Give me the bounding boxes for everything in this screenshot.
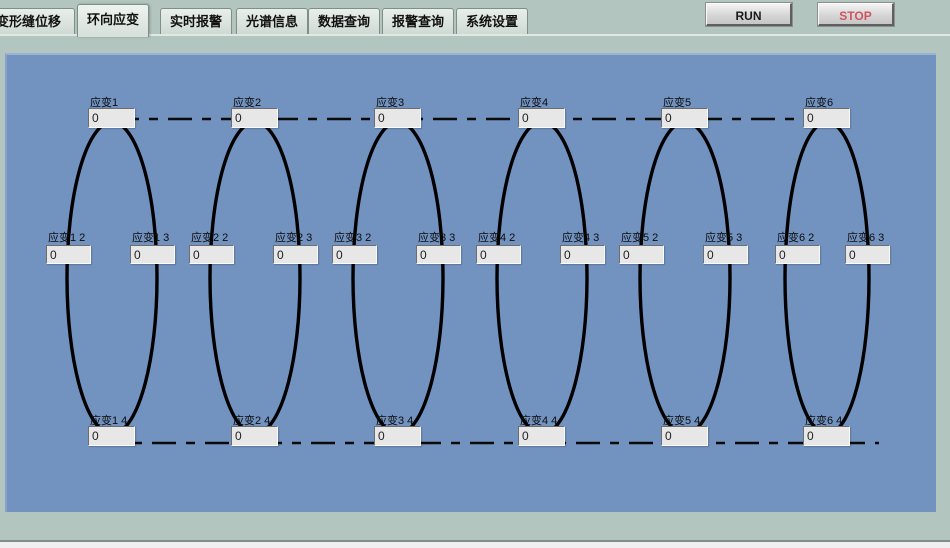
tab-label: 数据查询 xyxy=(318,14,370,29)
strain-ring-3: 应变3 应变3 2 应变3 3 应变3 4 xyxy=(332,94,465,449)
sensor-value-field[interactable] xyxy=(273,245,318,264)
stop-button[interactable]: STOP xyxy=(818,3,894,26)
sensor-value-field[interactable] xyxy=(416,245,461,264)
sensor-label: 应变3 2 xyxy=(334,229,371,245)
sensor-value-field[interactable] xyxy=(476,245,521,264)
tab-data-query[interactable]: 数据查询 xyxy=(308,8,380,34)
app-window: 变形缝位移 环向应变 实时报警 光谱信息 数据查询 报警查询 系统设置 RUN … xyxy=(0,0,950,542)
sensor-value-field[interactable] xyxy=(231,426,278,446)
sensor-value-field[interactable] xyxy=(703,245,748,264)
sensor-value-field[interactable] xyxy=(775,245,820,264)
strain-diagram-panel: 应变1 应变1 2 应变1 3 应变1 4 应变2 应变2 2 应变2 3 应变… xyxy=(5,53,936,512)
sensor-value-field[interactable] xyxy=(845,245,890,264)
sensor-value-field[interactable] xyxy=(518,108,565,128)
strain-ring-6: 应变6 应变6 2 应变6 3 应变6 4 xyxy=(761,94,894,449)
tab-label: 环向应变 xyxy=(87,12,139,27)
sensor-value-field[interactable] xyxy=(803,108,850,128)
sensor-label: 应变6 3 xyxy=(847,229,884,245)
tab-label: 变形缝位移 xyxy=(0,14,61,29)
sensor-value-field[interactable] xyxy=(661,108,708,128)
sensor-value-field[interactable] xyxy=(374,108,421,128)
tab-label: 系统设置 xyxy=(466,14,518,29)
sensor-value-field[interactable] xyxy=(518,426,565,446)
tab-alarm-query[interactable]: 报警查询 xyxy=(382,8,454,34)
sensor-label: 应变1 3 xyxy=(132,229,169,245)
sensor-value-field[interactable] xyxy=(88,108,135,128)
sensor-label: 应变2 3 xyxy=(275,229,312,245)
sensor-value-field[interactable] xyxy=(231,108,278,128)
sensor-value-field[interactable] xyxy=(661,426,708,446)
sensor-value-field[interactable] xyxy=(130,245,175,264)
sensor-value-field[interactable] xyxy=(46,245,91,264)
sensor-label: 应变1 2 xyxy=(48,229,85,245)
tab-deformation-joint-displacement[interactable]: 变形缝位移 xyxy=(0,8,75,34)
strain-ring-5: 应变5 应变5 2 应变5 3 应变5 4 xyxy=(619,94,752,449)
sensor-label: 应变6 2 xyxy=(777,229,814,245)
tab-spectrum-info[interactable]: 光谱信息 xyxy=(236,8,308,34)
sensor-value-field[interactable] xyxy=(88,426,135,446)
sensor-value-field[interactable] xyxy=(560,245,605,264)
strain-ring-1: 应变1 应变1 2 应变1 3 应变1 4 xyxy=(46,94,179,449)
sensor-label: 应变4 3 xyxy=(562,229,599,245)
sensor-value-field[interactable] xyxy=(189,245,234,264)
sensor-label: 应变3 3 xyxy=(418,229,455,245)
tab-bar: 变形缝位移 环向应变 实时报警 光谱信息 数据查询 报警查询 系统设置 xyxy=(0,0,950,36)
sensor-value-field[interactable] xyxy=(803,426,850,446)
sensor-label: 应变2 2 xyxy=(191,229,228,245)
sensor-value-field[interactable] xyxy=(332,245,377,264)
sensor-value-field[interactable] xyxy=(619,245,664,264)
sensor-value-field[interactable] xyxy=(374,426,421,446)
strain-ring-4: 应变4 应变4 2 应变4 3 应变4 4 xyxy=(476,94,609,449)
tab-label: 光谱信息 xyxy=(246,14,298,29)
sensor-label: 应变5 3 xyxy=(705,229,742,245)
tab-label: 实时报警 xyxy=(170,14,222,29)
tab-circumferential-strain[interactable]: 环向应变 xyxy=(77,4,149,37)
tab-realtime-alarm[interactable]: 实时报警 xyxy=(160,8,232,34)
strain-ring-2: 应变2 应变2 2 应变2 3 应变2 4 xyxy=(189,94,322,449)
tab-system-settings[interactable]: 系统设置 xyxy=(456,8,528,34)
window-bottom-edge xyxy=(0,542,950,548)
run-button[interactable]: RUN xyxy=(706,3,792,26)
tab-label: 报警查询 xyxy=(392,14,444,29)
sensor-label: 应变5 2 xyxy=(621,229,658,245)
sensor-label: 应变4 2 xyxy=(478,229,515,245)
